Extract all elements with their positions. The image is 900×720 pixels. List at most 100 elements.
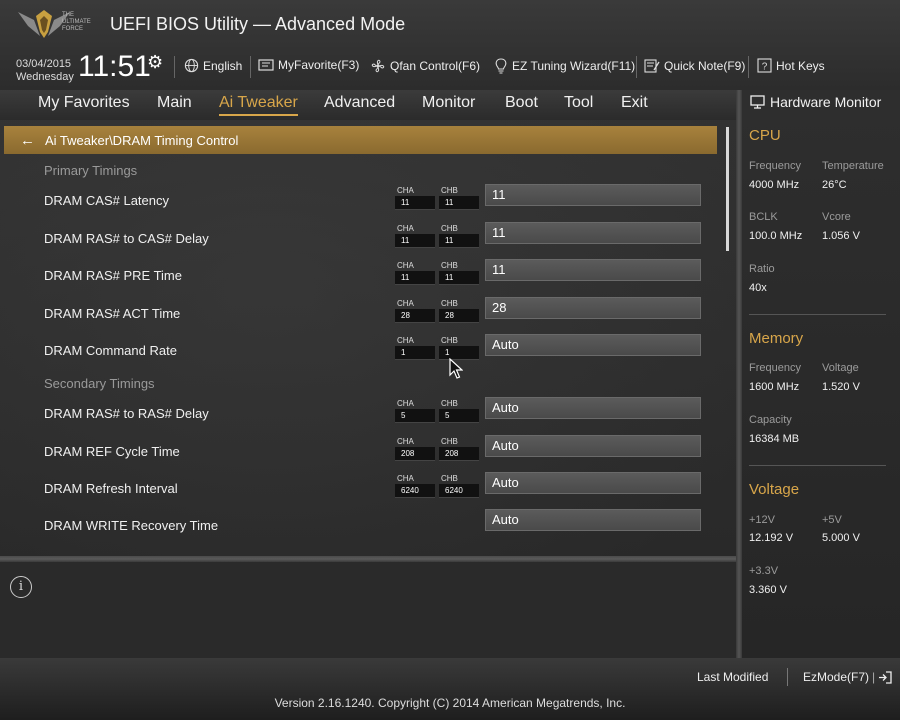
hardware-monitor-panel: Hardware Monitor CPU Frequency Temperatu… xyxy=(742,90,900,658)
cha-value: 28 xyxy=(395,309,435,323)
menu-boot[interactable]: Boot xyxy=(505,94,538,112)
menu-exit[interactable]: Exit xyxy=(621,94,648,112)
chb-value: 28 xyxy=(439,309,479,323)
cha-header: CHA xyxy=(397,224,414,233)
menu-ai-tweaker[interactable]: Ai Tweaker xyxy=(219,94,298,116)
ez-tuning-wizard-label: EZ Tuning Wizard(F11) xyxy=(512,59,636,73)
chb-readout: CHB 11 xyxy=(439,224,479,248)
cha-value: 5 xyxy=(395,409,435,423)
hot-keys-button[interactable]: ? Hot Keys xyxy=(757,58,825,73)
menu-my-favorites[interactable]: My Favorites xyxy=(38,94,130,112)
cha-value: 11 xyxy=(395,196,435,210)
chb-readout: CHB 11 xyxy=(439,261,479,285)
hardware-monitor-title: Hardware Monitor xyxy=(750,94,881,110)
v12-value: 12.192 V xyxy=(749,532,794,544)
cha-value: 208 xyxy=(395,447,435,461)
memory-voltage-value: 1.520 V xyxy=(822,381,860,393)
setting-value-field[interactable]: 28 xyxy=(485,297,701,319)
setting-label: DRAM RAS# to CAS# Delay xyxy=(44,231,209,246)
setting-value-field[interactable]: Auto xyxy=(485,334,701,356)
menu-monitor[interactable]: Monitor xyxy=(422,94,475,112)
chb-header: CHB xyxy=(441,186,458,195)
memory-frequency-label: Frequency xyxy=(749,362,801,374)
header-bar: THE ULTIMATE FORCE UEFI BIOS Utility — A… xyxy=(0,0,900,90)
exit-arrow-icon xyxy=(879,670,892,684)
section-divider xyxy=(749,465,886,466)
setting-row: DRAM WRITE Recovery Time Auto xyxy=(0,509,720,554)
chb-header: CHB xyxy=(441,224,458,233)
capacity-value: 16384 MB xyxy=(749,433,800,445)
setting-value-field[interactable]: 11 xyxy=(485,222,701,244)
setting-label: DRAM CAS# Latency xyxy=(44,193,169,208)
quick-note-label: Quick Note(F9) xyxy=(664,59,746,73)
cha-header: CHA xyxy=(397,336,414,345)
cha-readout: CHA 1 xyxy=(395,336,435,360)
qfan-control-button[interactable]: Qfan Control(F6) xyxy=(370,58,480,74)
chb-readout: CHB 11 xyxy=(439,186,479,210)
info-icon: i xyxy=(10,576,32,598)
v33-value: 3.360 V xyxy=(749,584,787,596)
cha-header: CHA xyxy=(397,399,414,408)
setting-value-field[interactable]: 11 xyxy=(485,184,701,206)
vcore-label: Vcore xyxy=(822,211,851,223)
chb-header: CHB xyxy=(441,261,458,270)
section-secondary-timings: Secondary Timings xyxy=(44,376,155,391)
back-arrow-icon[interactable]: ← xyxy=(20,132,35,149)
menu-tool[interactable]: Tool xyxy=(564,94,593,112)
setting-value-field[interactable]: 11 xyxy=(485,259,701,281)
header-divider xyxy=(748,56,749,78)
fan-icon xyxy=(371,59,385,73)
cpu-heading: CPU xyxy=(749,127,781,144)
version-text: Version 2.16.1240. Copyright (C) 2014 Am… xyxy=(274,696,626,710)
globe-icon xyxy=(184,58,199,73)
setting-label: DRAM Refresh Interval xyxy=(44,481,178,496)
header-divider xyxy=(250,56,251,78)
bulb-icon xyxy=(495,58,507,74)
monitor-icon xyxy=(750,95,765,109)
setting-value-field[interactable]: Auto xyxy=(485,397,701,419)
myfavorite-button[interactable]: MyFavorite(F3) xyxy=(258,58,359,72)
setting-value-field[interactable]: Auto xyxy=(485,435,701,457)
setting-label: DRAM RAS# ACT Time xyxy=(44,306,181,321)
setting-value-field[interactable]: Auto xyxy=(485,509,701,531)
ez-tuning-wizard-button[interactable]: EZ Tuning Wizard(F11) xyxy=(494,58,635,74)
qfan-control-label: Qfan Control(F6) xyxy=(390,59,481,73)
ezmode-button[interactable]: EzMode(F7) | xyxy=(803,670,892,684)
cha-readout: CHA 208 xyxy=(395,437,435,461)
header-divider xyxy=(636,56,637,78)
last-modified-button[interactable]: Last Modified xyxy=(697,670,768,684)
chb-readout: CHB 5 xyxy=(439,399,479,423)
cpu-temperature-value: 26°C xyxy=(822,179,847,191)
cpu-frequency-label: Frequency xyxy=(749,160,801,172)
capacity-label: Capacity xyxy=(749,414,792,426)
menu-main[interactable]: Main xyxy=(157,94,192,112)
ratio-value: 40x xyxy=(749,282,767,294)
help-icon: ? xyxy=(757,58,772,73)
menu-advanced[interactable]: Advanced xyxy=(324,94,395,112)
language-button[interactable]: English xyxy=(184,58,242,73)
chb-value: 208 xyxy=(439,447,479,461)
chb-readout: CHB 1 xyxy=(439,336,479,360)
cpu-frequency-value: 4000 MHz xyxy=(749,179,800,191)
main-menu: My Favorites Main Ai Tweaker Advanced Mo… xyxy=(0,90,740,120)
cha-readout: CHA 11 xyxy=(395,186,435,210)
cha-header: CHA xyxy=(397,299,414,308)
setting-value-field[interactable]: Auto xyxy=(485,472,701,494)
bclk-label: BCLK xyxy=(749,211,778,223)
help-panel xyxy=(0,562,736,658)
cha-readout: CHA 28 xyxy=(395,299,435,323)
ratio-label: Ratio xyxy=(749,263,775,275)
footer-bar: Last Modified EzMode(F7) | Version 2.16.… xyxy=(0,658,900,720)
memory-heading: Memory xyxy=(749,330,804,347)
quick-note-button[interactable]: Quick Note(F9) xyxy=(644,58,745,74)
memory-frequency-value: 1600 MHz xyxy=(749,381,800,393)
cha-readout: CHA 11 xyxy=(395,261,435,285)
breadcrumb: ← Ai Tweaker\DRAM Timing Control xyxy=(4,126,717,154)
cha-value: 11 xyxy=(395,234,435,248)
v12-label: +12V xyxy=(749,514,775,526)
cha-value: 11 xyxy=(395,271,435,285)
date-display: 03/04/2015 Wednesday xyxy=(16,58,74,84)
clock-settings-gear-icon[interactable]: ⚙ xyxy=(147,52,163,73)
chb-value: 5 xyxy=(439,409,479,423)
chb-value: 11 xyxy=(439,234,479,248)
